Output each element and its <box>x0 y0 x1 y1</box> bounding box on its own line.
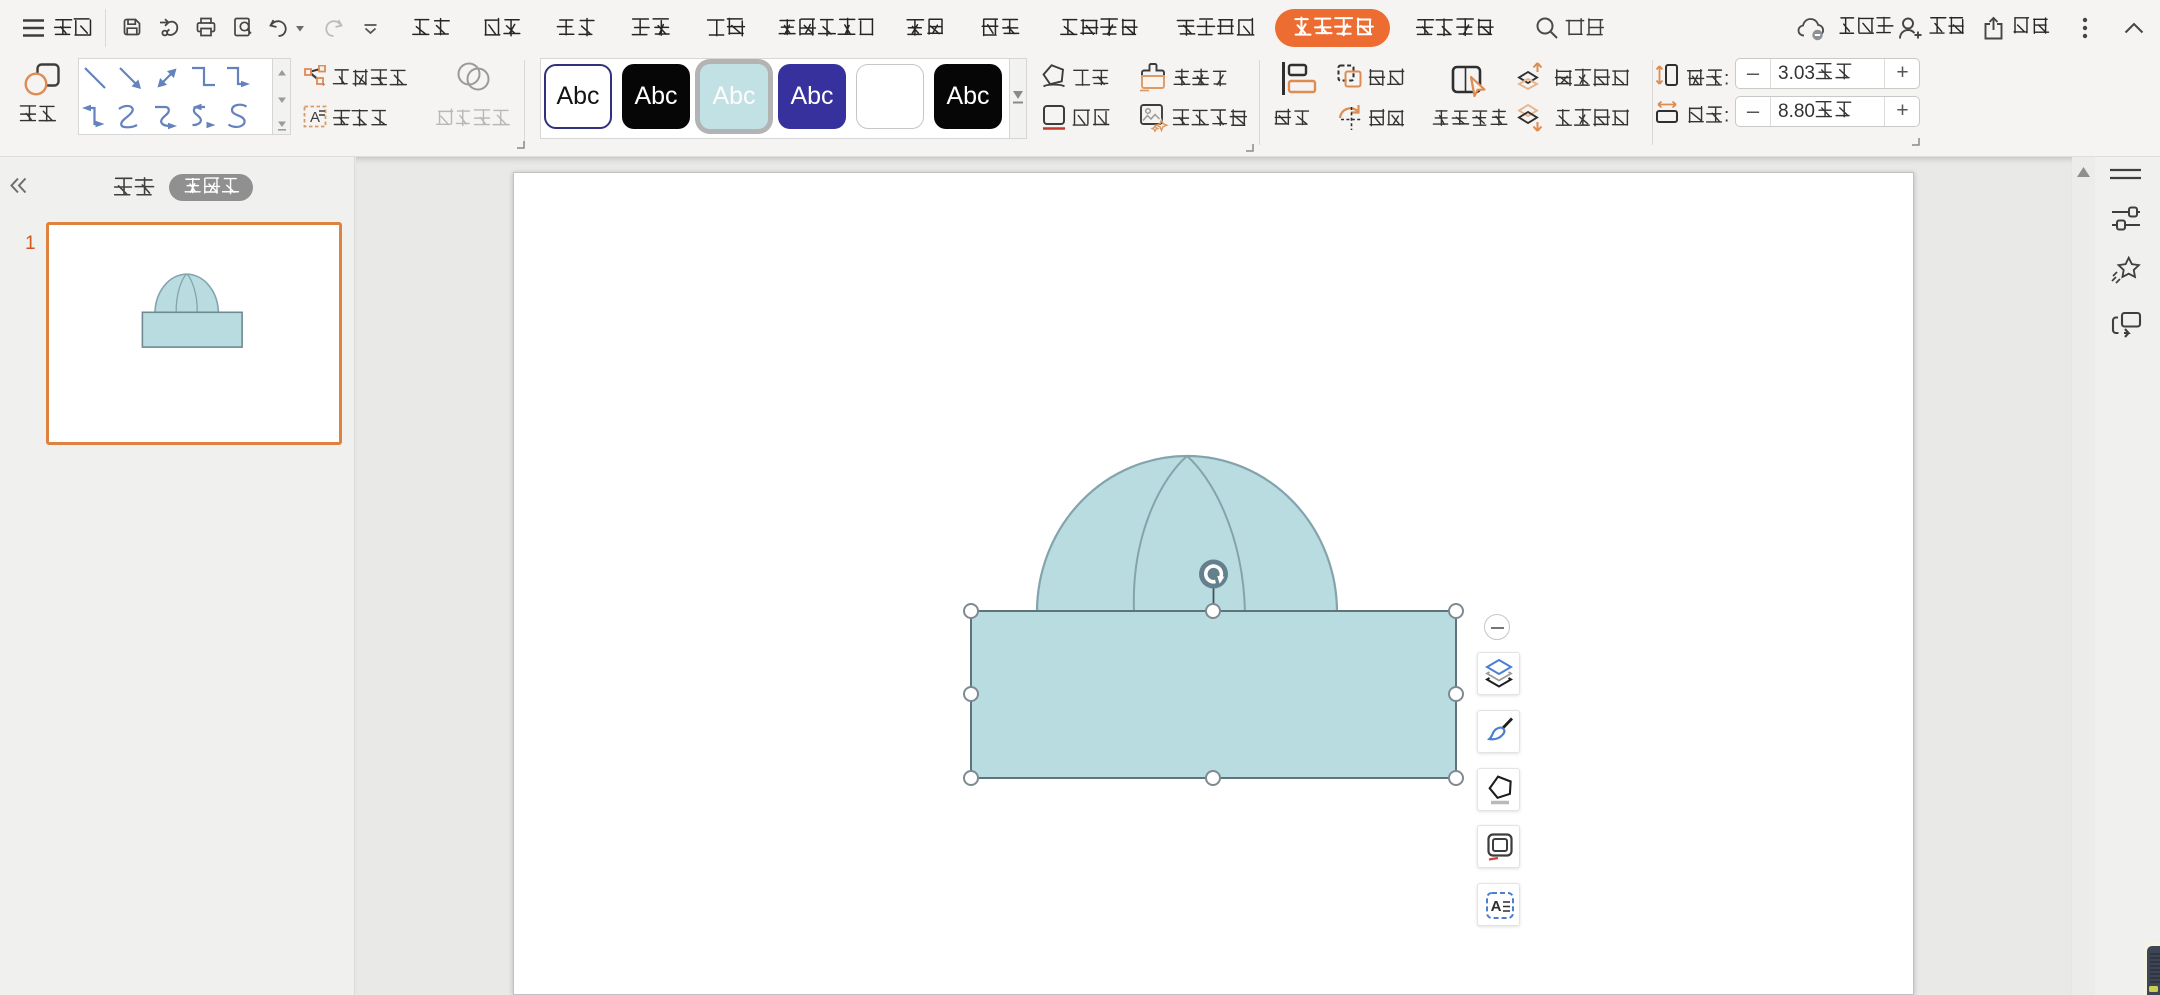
svg-text:A: A <box>310 109 320 126</box>
svg-text:A: A <box>1491 898 1502 915</box>
